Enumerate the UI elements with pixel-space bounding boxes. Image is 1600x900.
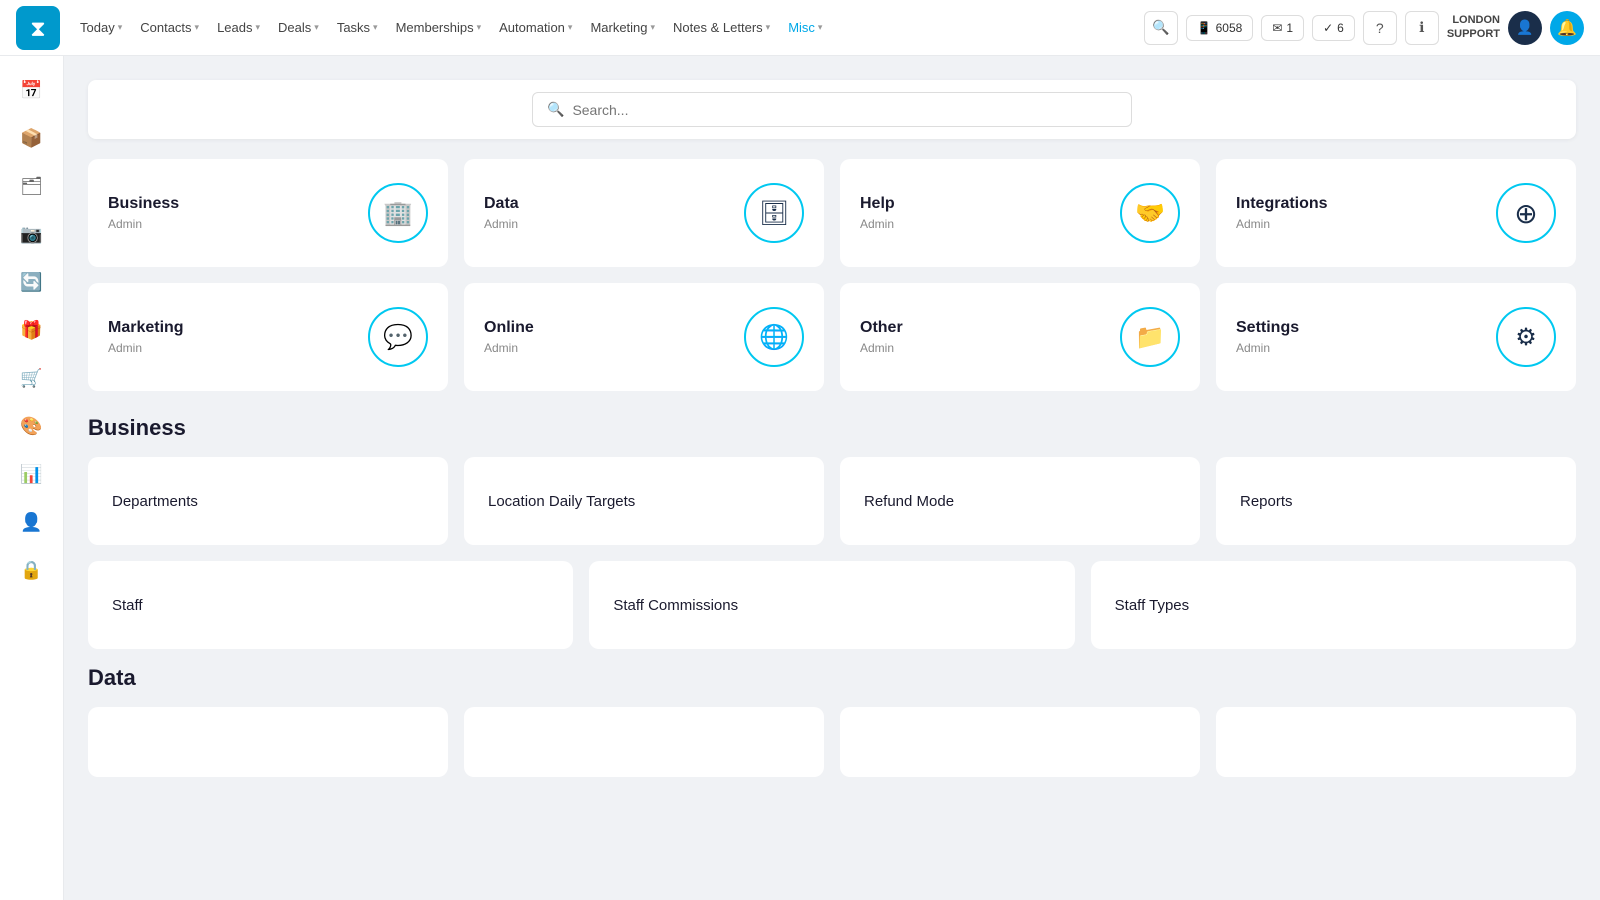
chevron-icon: ▾ bbox=[477, 22, 482, 33]
sidebar-item-user[interactable]: 👤 bbox=[10, 500, 54, 544]
chevron-icon: ▾ bbox=[651, 22, 656, 33]
chevron-icon: ▾ bbox=[818, 22, 823, 33]
tasks-button[interactable]: ✓ 6 bbox=[1312, 15, 1355, 41]
nav-notes-letters[interactable]: Notes & Letters ▾ bbox=[665, 14, 778, 41]
chevron-icon: ▾ bbox=[568, 22, 573, 33]
sidebar-item-camera[interactable]: 📷 bbox=[10, 212, 54, 256]
card-refund-mode[interactable]: Refund Mode bbox=[840, 457, 1200, 545]
chevron-icon: ▾ bbox=[766, 22, 771, 33]
card-other[interactable]: Other Admin 📁 bbox=[840, 283, 1200, 391]
sidebar-item-reports[interactable]: 📊 bbox=[10, 452, 54, 496]
card-online[interactable]: Online Admin 🌐 bbox=[464, 283, 824, 391]
chevron-icon: ▾ bbox=[314, 22, 319, 33]
nav-right-actions: 🔍 📱 6058 ✉ 1 ✓ 6 ? ℹ LONDON SUPPORT 👤 🔔 bbox=[1144, 11, 1584, 45]
help-icon: 🤝 bbox=[1120, 183, 1180, 243]
search-input[interactable] bbox=[572, 102, 1117, 118]
category-card-grid: Business Admin 🏢 Data Admin 🗄 Help Admin… bbox=[88, 159, 1576, 391]
svg-text:⧗: ⧗ bbox=[30, 16, 45, 41]
card-marketing[interactable]: Marketing Admin 💬 bbox=[88, 283, 448, 391]
card-data[interactable]: Data Admin 🗄 bbox=[464, 159, 824, 267]
data-card-1[interactable] bbox=[88, 707, 448, 777]
data-row-1 bbox=[88, 707, 1576, 777]
card-settings[interactable]: Settings Admin ⚙ bbox=[1216, 283, 1576, 391]
data-card-3[interactable] bbox=[840, 707, 1200, 777]
phone-icon: 📱 bbox=[1197, 21, 1212, 35]
card-location-daily-targets[interactable]: Location Daily Targets bbox=[464, 457, 824, 545]
email-button[interactable]: ✉ 1 bbox=[1261, 15, 1304, 41]
nav-deals[interactable]: Deals ▾ bbox=[270, 14, 327, 41]
nav-marketing[interactable]: Marketing ▾ bbox=[582, 14, 663, 41]
email-icon: ✉ bbox=[1272, 21, 1282, 35]
card-staff-types[interactable]: Staff Types bbox=[1091, 561, 1576, 649]
nav-contacts[interactable]: Contacts ▾ bbox=[132, 14, 207, 41]
search-bar[interactable]: 🔍 bbox=[532, 92, 1132, 127]
other-icon: 📁 bbox=[1120, 307, 1180, 367]
nav-leads[interactable]: Leads ▾ bbox=[209, 14, 268, 41]
checkmark-icon: ✓ bbox=[1323, 21, 1333, 35]
avatar[interactable]: 👤 bbox=[1508, 11, 1542, 45]
card-departments[interactable]: Departments bbox=[88, 457, 448, 545]
location-label: LONDON SUPPORT bbox=[1447, 14, 1500, 40]
search-button[interactable]: 🔍 bbox=[1144, 11, 1178, 45]
data-icon: 🗄 bbox=[744, 183, 804, 243]
phone-button[interactable]: 📱 6058 bbox=[1186, 15, 1254, 41]
sidebar-item-design[interactable]: 🎨 bbox=[10, 404, 54, 448]
chevron-icon: ▾ bbox=[373, 22, 378, 33]
search-icon: 🔍 bbox=[547, 101, 564, 118]
business-row-1: Departments Location Daily Targets Refun… bbox=[88, 457, 1576, 545]
info-button[interactable]: ℹ bbox=[1405, 11, 1439, 45]
settings-icon: ⚙ bbox=[1496, 307, 1556, 367]
online-icon: 🌐 bbox=[744, 307, 804, 367]
data-card-4[interactable] bbox=[1216, 707, 1576, 777]
chevron-icon: ▾ bbox=[256, 22, 261, 33]
card-integrations[interactable]: Integrations Admin ⊕ bbox=[1216, 159, 1576, 267]
sidebar-item-history[interactable]: 🔄 bbox=[10, 260, 54, 304]
nav-menu: Today ▾ Contacts ▾ Leads ▾ Deals ▾ Tasks… bbox=[72, 14, 1140, 41]
business-section-title: Business bbox=[88, 415, 1576, 441]
chevron-icon: ▾ bbox=[195, 22, 200, 33]
sidebar-item-lock[interactable]: 🔒 bbox=[10, 548, 54, 592]
nav-today[interactable]: Today ▾ bbox=[72, 14, 130, 41]
sidebar-item-box[interactable]: 📦 bbox=[10, 116, 54, 160]
marketing-icon: 💬 bbox=[368, 307, 428, 367]
card-staff[interactable]: Staff bbox=[88, 561, 573, 649]
integrations-icon: ⊕ bbox=[1496, 183, 1556, 243]
nav-tasks[interactable]: Tasks ▾ bbox=[329, 14, 386, 41]
app-logo[interactable]: ⧗ bbox=[16, 6, 60, 50]
main-content: 🔍 Business Admin 🏢 Data Admin 🗄 Help Adm… bbox=[64, 56, 1600, 900]
sidebar-item-cart[interactable]: 🛒 bbox=[10, 356, 54, 400]
card-staff-commissions[interactable]: Staff Commissions bbox=[589, 561, 1074, 649]
data-section: Data bbox=[88, 665, 1576, 777]
card-business[interactable]: Business Admin 🏢 bbox=[88, 159, 448, 267]
data-card-2[interactable] bbox=[464, 707, 824, 777]
search-container: 🔍 bbox=[88, 80, 1576, 139]
nav-misc[interactable]: Misc ▾ bbox=[780, 14, 830, 41]
data-section-title: Data bbox=[88, 665, 1576, 691]
sidebar: 📅 📦 🗂 📷 🔄 🎁 🛒 🎨 📊 👤 🔒 bbox=[0, 56, 64, 900]
sidebar-item-calendar[interactable]: 📅 bbox=[10, 68, 54, 112]
card-help[interactable]: Help Admin 🤝 bbox=[840, 159, 1200, 267]
notification-button[interactable]: 🔔 bbox=[1550, 11, 1584, 45]
chevron-icon: ▾ bbox=[118, 22, 123, 33]
business-icon: 🏢 bbox=[368, 183, 428, 243]
sidebar-item-folders[interactable]: 🗂 bbox=[10, 164, 54, 208]
nav-automation[interactable]: Automation ▾ bbox=[491, 14, 580, 41]
top-navigation: ⧗ Today ▾ Contacts ▾ Leads ▾ Deals ▾ Tas… bbox=[0, 0, 1600, 56]
business-section: Business Departments Location Daily Targ… bbox=[88, 415, 1576, 649]
business-row-2: Staff Staff Commissions Staff Types bbox=[88, 561, 1576, 649]
help-button[interactable]: ? bbox=[1363, 11, 1397, 45]
sidebar-item-gift[interactable]: 🎁 bbox=[10, 308, 54, 352]
nav-memberships[interactable]: Memberships ▾ bbox=[388, 14, 490, 41]
card-reports[interactable]: Reports bbox=[1216, 457, 1576, 545]
